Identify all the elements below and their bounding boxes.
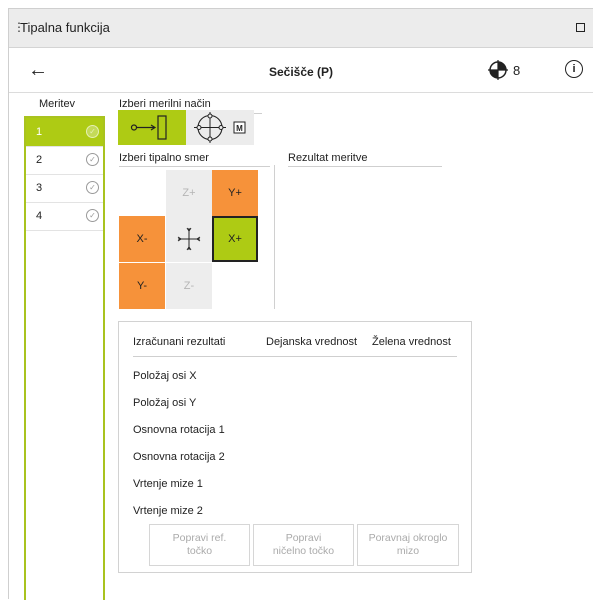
probe-number: 8	[513, 63, 521, 78]
table-row: Osnovna rotacija 1	[133, 424, 225, 436]
list-item[interactable]: 4 ✓	[26, 202, 103, 231]
crosshair-icon	[177, 227, 201, 251]
calculated-results-panel: Izračunani rezultati Dejanska vrednost Ž…	[118, 321, 472, 573]
column-header-actual: Dejanska vrednost	[266, 336, 358, 348]
table-row: Položaj osi X	[133, 370, 197, 382]
m-label: M	[236, 124, 243, 133]
check-circle-icon: ✓	[86, 153, 99, 166]
table-row: Vrtenje mize 2	[133, 505, 203, 517]
align-rotary-table-button[interactable]: Poravnaj okroglo mizo	[357, 524, 459, 566]
maximize-icon[interactable]	[576, 23, 585, 32]
divider	[288, 166, 442, 167]
direction-x-plus-button[interactable]: X+	[212, 216, 258, 262]
mode-heading: Izberi merilni način	[119, 98, 211, 110]
divider	[274, 165, 275, 309]
check-circle-icon: ✓	[86, 181, 99, 194]
button-label: Poravnaj okroglo mizo	[368, 532, 448, 557]
button-label: Popravi	[285, 532, 322, 544]
direction-heading: Izberi tipalno smer	[119, 152, 209, 164]
table-row: Osnovna rotacija 2	[133, 451, 225, 463]
app-window: ⋮ Tipalna funkcija ← Sečišče (P) 8 i Mer…	[8, 8, 593, 600]
column-header-calculated: Izračunani rezultati	[133, 336, 226, 348]
direction-y-plus-button[interactable]: Y+	[212, 170, 258, 216]
direction-x-minus-button[interactable]: X-	[119, 216, 165, 262]
result-heading: Rezultat meritve	[288, 152, 368, 164]
probe-icon	[488, 60, 508, 85]
direction-z-plus-button[interactable]: Z+	[166, 170, 212, 216]
button-label: ničelno točko	[272, 545, 335, 557]
mode-circle-button[interactable]: M	[186, 110, 254, 145]
center-direction-button[interactable]	[166, 216, 212, 262]
direction-y-minus-button[interactable]: Y-	[119, 263, 165, 309]
page-header: ← Sečišče (P) 8 i	[9, 48, 593, 93]
fix-zero-point-button[interactable]: Popravi ničelno točko	[253, 524, 354, 566]
measurement-list-heading: Meritev	[39, 98, 76, 110]
list-item-label: 2	[36, 154, 43, 166]
measurement-list: 1 ✓ 2 ✓ 3 ✓ 4 ✓	[24, 116, 105, 600]
divider	[119, 166, 270, 167]
list-item[interactable]: 2 ✓	[26, 146, 103, 175]
title-bar: ⋮ Tipalna funkcija	[9, 9, 593, 48]
info-icon[interactable]: i	[565, 60, 583, 78]
mode-selector: M	[118, 110, 254, 145]
circle-probe-icon: M	[194, 112, 246, 143]
divider	[133, 356, 457, 357]
check-circle-icon: ✓	[86, 125, 99, 138]
fix-reference-point-button[interactable]: Popravi ref. točko	[149, 524, 250, 566]
button-label: Popravi ref.	[172, 532, 227, 544]
check-circle-icon: ✓	[86, 209, 99, 222]
table-row: Vrtenje mize 1	[133, 478, 203, 490]
table-row: Položaj osi Y	[133, 397, 197, 409]
mode-surface-button[interactable]	[118, 110, 186, 145]
list-item-label: 3	[36, 182, 43, 194]
column-header-nominal: Želena vrednost	[372, 336, 451, 348]
list-item-label: 4	[36, 210, 43, 222]
list-item[interactable]: 3 ✓	[26, 174, 103, 203]
direction-z-minus-button[interactable]: Z-	[166, 263, 212, 309]
list-item[interactable]: 1 ✓	[26, 118, 103, 147]
window-title: Tipalna funkcija	[20, 20, 110, 35]
surface-probe-icon	[130, 115, 167, 140]
button-label: točko	[186, 545, 213, 557]
list-item-label: 1	[36, 126, 43, 138]
